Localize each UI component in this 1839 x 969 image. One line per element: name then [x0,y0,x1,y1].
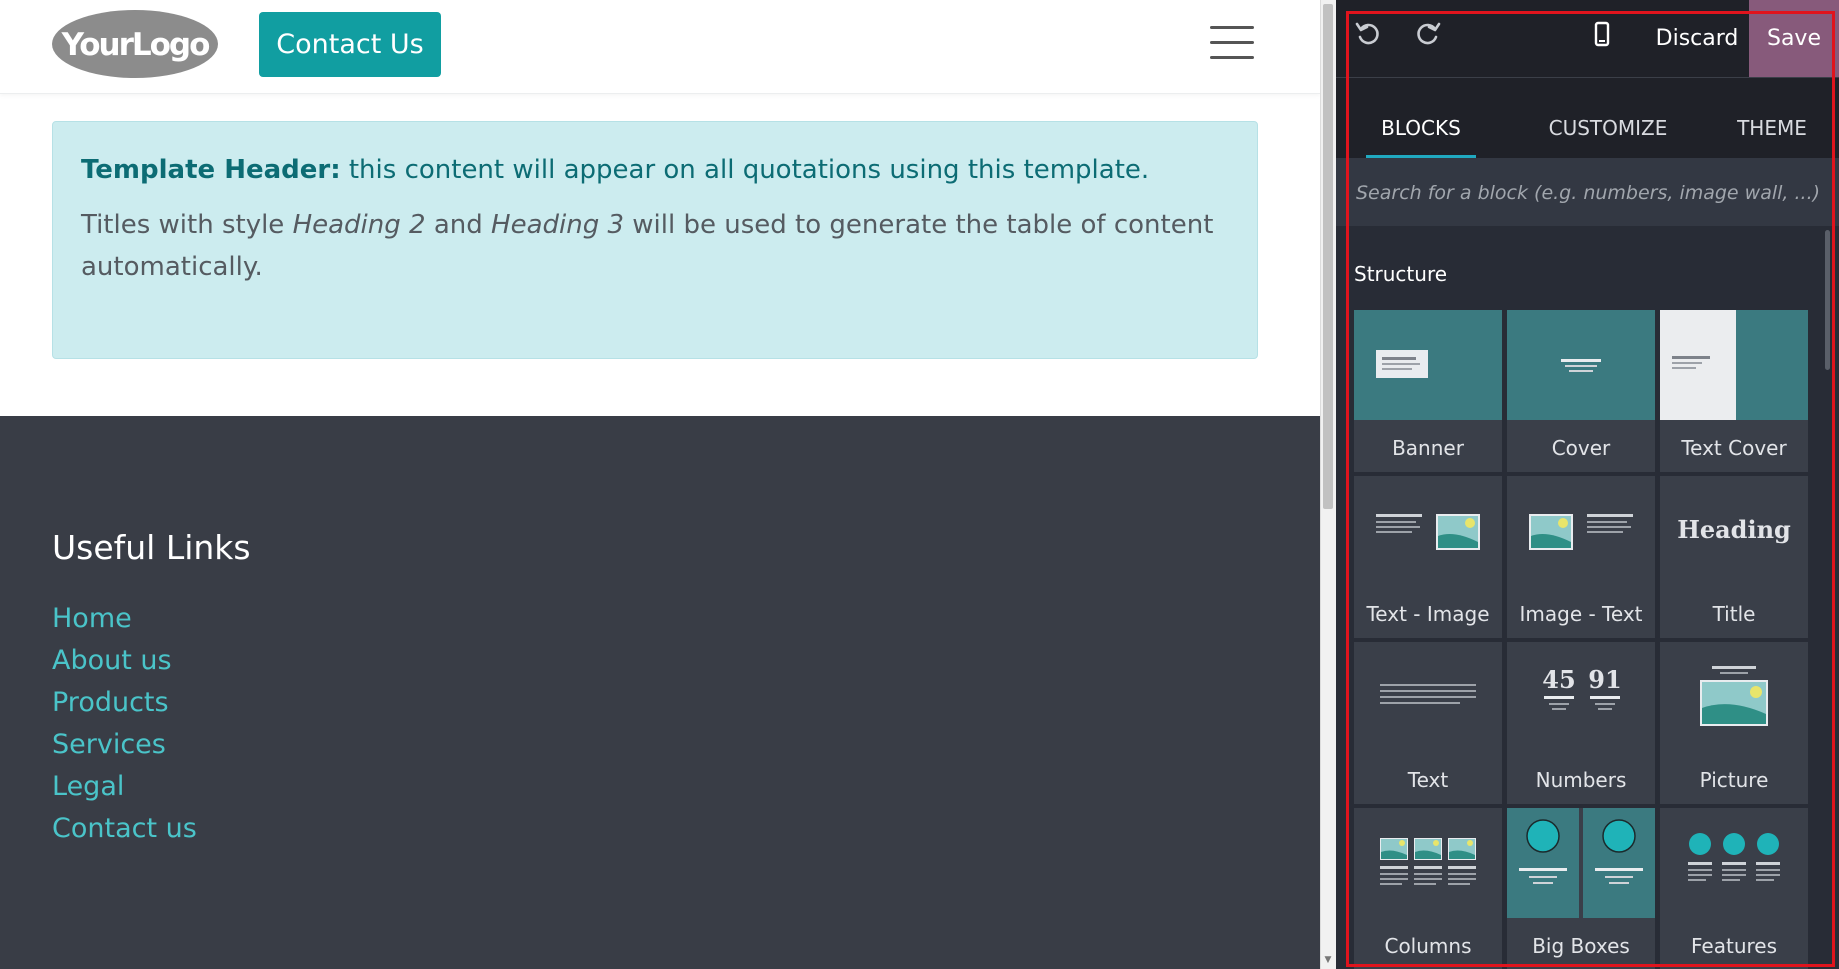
banner-icon [1354,310,1502,420]
block-search-input[interactable] [1354,170,1828,216]
footer-link-services[interactable]: Services [52,724,197,766]
block-label: Title [1712,602,1756,626]
logo[interactable]: YourLogo [50,8,220,80]
redo-icon[interactable] [1414,20,1442,48]
block-title[interactable]: Heading Title [1660,476,1808,638]
discard-button[interactable]: Discard [1641,0,1753,77]
numbers-thumb-value: 45 [1542,665,1575,694]
undo-icon[interactable] [1354,20,1382,48]
footer-title: Useful Links [52,528,251,567]
block-label: Picture [1699,768,1769,792]
toc-note: Titles with style Heading 2 and Heading … [81,204,1229,288]
footer-link-legal[interactable]: Legal [52,766,197,808]
image-text-icon [1529,514,1633,550]
block-features[interactable]: Features [1660,808,1808,969]
contact-us-button[interactable]: Contact Us [259,12,441,77]
block-text-image[interactable]: Text - Image [1354,476,1502,638]
block-label: Text Cover [1681,436,1787,460]
cover-icon [1507,310,1655,420]
block-label: Features [1691,934,1777,958]
footer-links: Home About us Products Services Legal Co… [52,598,197,850]
features-icon [1688,833,1780,881]
block-label: Text [1407,768,1449,792]
block-text-cover[interactable]: Text Cover [1660,310,1808,472]
website-preview: YourLogo Contact Us Template Header: thi… [0,0,1320,969]
block-label: Columns [1384,934,1472,958]
block-label: Cover [1551,436,1611,460]
block-big-boxes[interactable]: Big Boxes [1507,808,1655,969]
tab-theme[interactable]: THEME [1722,78,1822,158]
columns-icon [1380,838,1476,885]
block-image-text[interactable]: Image - Text [1507,476,1655,638]
panel-scrollbar-thumb[interactable] [1825,230,1830,370]
save-button[interactable]: Save [1749,0,1839,77]
title-thumb-text: Heading [1677,515,1791,544]
text-cover-icon [1660,310,1808,420]
mobile-preview-icon[interactable] [1588,20,1616,48]
toc-note-part: and [425,210,492,240]
numbers-icon: 45 91 [1542,665,1622,710]
template-header-label: Template Header: [81,155,341,185]
block-numbers[interactable]: 45 91 Numbers [1507,642,1655,804]
block-label: Text - Image [1366,602,1490,626]
block-text[interactable]: Text [1354,642,1502,804]
footer-link-about-us[interactable]: About us [52,640,197,682]
footer-link-contact-us[interactable]: Contact us [52,808,197,850]
title-icon: Heading [1677,515,1791,544]
section-title-structure: Structure [1354,262,1448,286]
logo-text: YourLogo [61,27,209,63]
block-label: Image - Text [1519,602,1643,626]
editor-toolbar: Discard Save [1336,0,1839,78]
block-banner[interactable]: Banner [1354,310,1502,472]
big-boxes-icon [1507,808,1655,918]
block-cover[interactable]: Cover [1507,310,1655,472]
tab-blocks[interactable]: BLOCKS [1366,78,1476,158]
block-label: Big Boxes [1532,934,1630,958]
template-header-alert[interactable]: Template Header: this content will appea… [52,121,1258,359]
toc-note-part: Titles with style [81,210,293,240]
footer-link-products[interactable]: Products [52,682,197,724]
template-header-text: Template Header: this content will appea… [81,152,1229,188]
site-header: YourLogo Contact Us [0,0,1320,94]
numbers-thumb-value: 91 [1588,665,1621,694]
scroll-down-arrow-icon[interactable]: ▼ [1323,955,1333,965]
block-search-bar [1336,158,1839,226]
editor-tabs: BLOCKS CUSTOMIZE THEME [1336,78,1839,158]
editor-panel: Discard Save BLOCKS CUSTOMIZE THEME Stru… [1336,0,1839,969]
text-image-icon [1376,514,1480,550]
toc-note-heading2: Heading 2 [292,210,426,240]
template-header-description: this content will appear on all quotatio… [340,155,1150,185]
menu-toggle-icon[interactable] [1210,26,1254,62]
block-picture[interactable]: Picture [1660,642,1808,804]
block-columns[interactable]: Columns [1354,808,1502,969]
text-icon [1380,684,1476,704]
site-footer: Useful Links Home About us Products Serv… [0,416,1320,969]
tab-customize[interactable]: CUSTOMIZE [1523,78,1693,158]
toc-note-heading3: Heading 3 [491,210,625,240]
footer-link-home[interactable]: Home [52,598,197,640]
block-label: Banner [1392,436,1464,460]
picture-icon [1700,666,1768,726]
page-scrollbar-thumb[interactable] [1323,4,1333,509]
block-label: Numbers [1535,768,1627,792]
